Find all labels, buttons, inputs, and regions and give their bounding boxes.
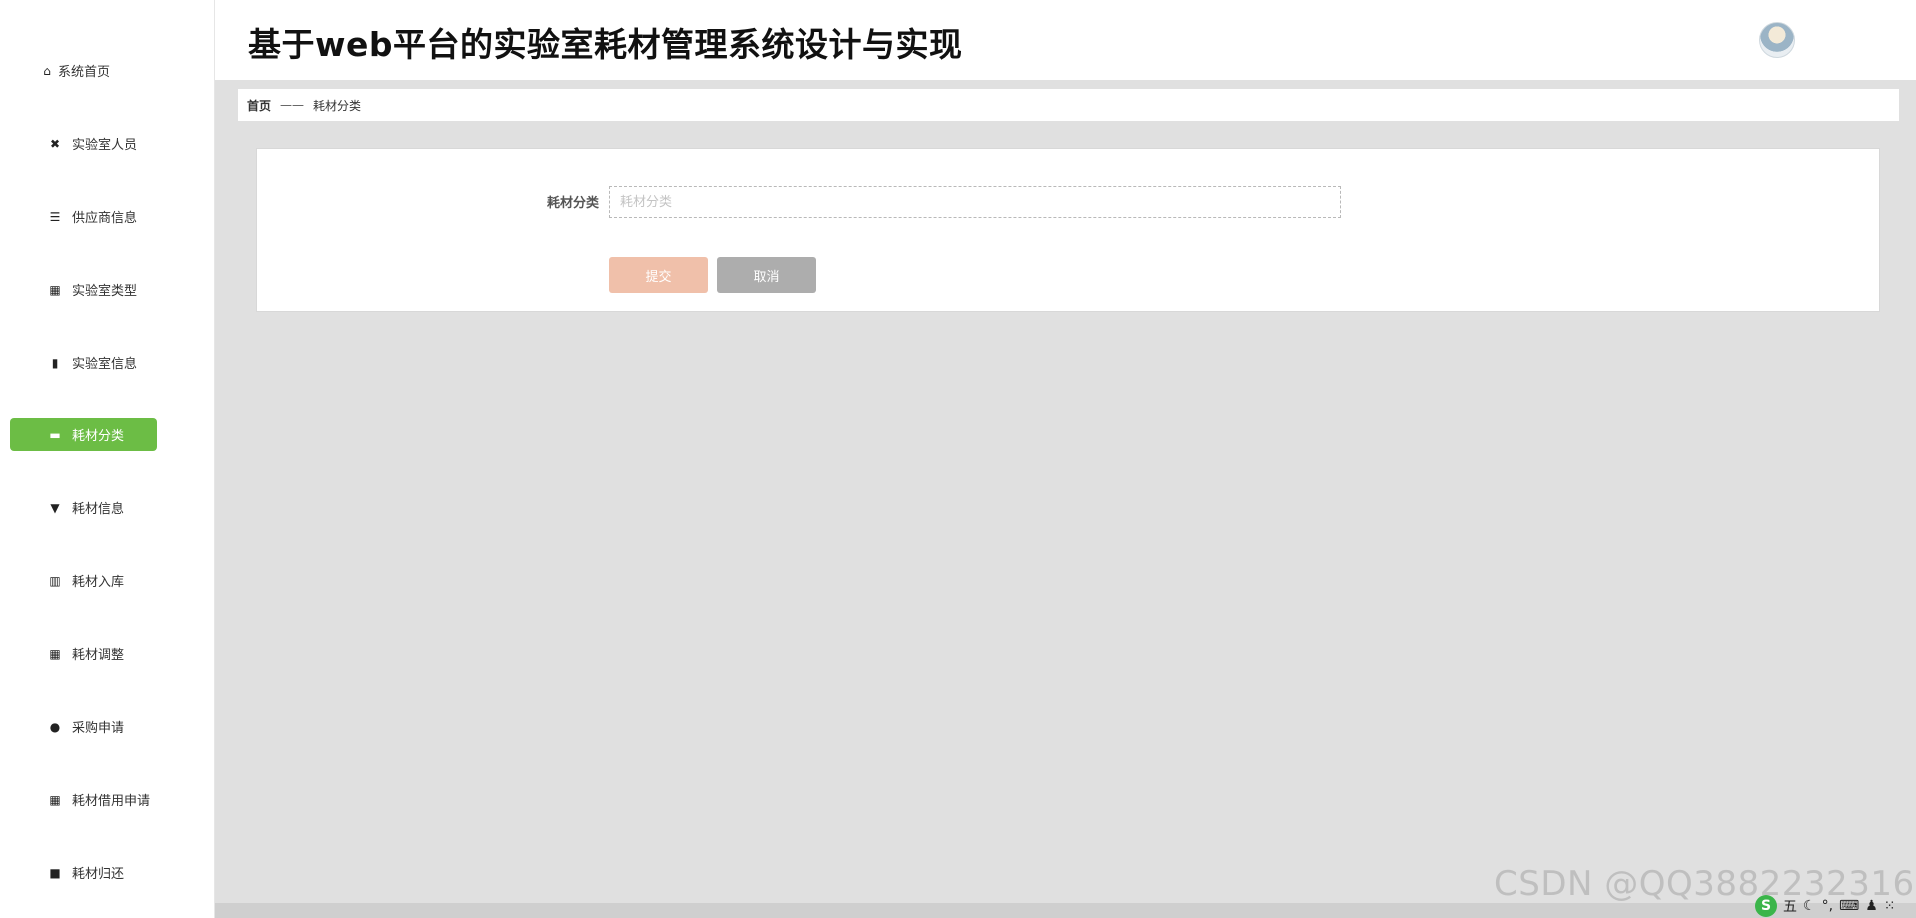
sidebar-item-lab-staff[interactable]: ✖ 实验室人员 — [10, 127, 157, 160]
punctuation-icon[interactable]: °, — [1822, 898, 1833, 914]
grid-icon: ▦ — [49, 646, 61, 661]
monitor-icon: ▬ — [49, 427, 61, 442]
top-header: 基于web平台的实验室耗材管理系统设计与实现 — [215, 0, 1916, 80]
sidebar-item-label: 系统首页 — [58, 65, 111, 80]
breadcrumb-home[interactable]: 首页 — [247, 97, 271, 114]
sidebar-item-label: 采购申请 — [72, 721, 125, 736]
paint-roller-icon: ▼ — [50, 500, 60, 515]
sidebar-item-consumable-adjust[interactable]: ▦ 耗材调整 — [10, 637, 157, 670]
sidebar-item-consumable-category[interactable]: ▬ 耗材分类 — [10, 418, 157, 451]
sidebar-item-home[interactable]: ⌂ 系统首页 — [10, 54, 157, 87]
sidebar-item-consumable-return[interactable]: ■ 耗材归还 — [10, 856, 157, 889]
sidebar-item-lab-info[interactable]: ▮ 实验室信息 — [10, 346, 157, 379]
sidebar-item-label: 耗材入库 — [72, 575, 125, 590]
users-icon: ✖ — [49, 136, 61, 151]
sidebar-item-consumable-stock-in[interactable]: ▥ 耗材入库 — [10, 564, 157, 597]
person-icon[interactable]: ♟ — [1865, 898, 1878, 914]
moon-icon[interactable]: ☾ — [1803, 898, 1816, 914]
grid-icon: ▦ — [49, 282, 61, 297]
sidebar-item-borrow-request[interactable]: ▦ 耗材借用申请 — [10, 783, 157, 816]
sliders-icon: ☰ — [49, 209, 61, 224]
field-label-text: 耗材分类 — [546, 196, 599, 211]
breadcrumb: 首页 —— 耗材分类 — [238, 89, 1899, 121]
home-icon: ⌂ — [43, 63, 51, 78]
sidebar-item-label: 实验室人员 — [72, 138, 138, 153]
apps-icon[interactable]: ⁙ — [1884, 898, 1896, 914]
sidebar-item-label: 耗材借用申请 — [72, 794, 151, 809]
field-label: 耗材分类 — [257, 192, 599, 211]
keyboard-icon[interactable]: ⌨ — [1839, 898, 1859, 914]
sidebar-item-lab-types[interactable]: ▦ 实验室类型 — [10, 273, 157, 306]
sidebar-item-label: 耗材分类 — [72, 429, 125, 444]
cancel-button[interactable]: 取消 — [717, 257, 816, 293]
consumable-category-input[interactable] — [609, 186, 1341, 218]
submit-button[interactable]: 提交 — [609, 257, 708, 293]
sidebar-item-label: 实验室类型 — [72, 284, 138, 299]
system-tray: S 五 ☾ °, ⌨ ♟ ⁙ — [1755, 894, 1916, 918]
sidebar-item-label: 耗材信息 — [72, 502, 125, 517]
sidebar-item-label: 实验室信息 — [72, 357, 138, 372]
sidebar-item-label: 供应商信息 — [72, 211, 138, 226]
bar-chart-icon: ▮ — [51, 355, 59, 370]
breadcrumb-separator: —— — [280, 98, 305, 112]
ime-logo-icon[interactable]: S — [1755, 895, 1777, 917]
horizontal-scrollbar[interactable] — [215, 903, 1916, 918]
sidebar-item-purchase-request[interactable]: ● 采购申请 — [10, 710, 157, 743]
breadcrumb-current: 耗材分类 — [313, 98, 362, 113]
form-panel: 耗材分类 提交 取消 — [256, 148, 1880, 312]
sidebar-item-suppliers[interactable]: ☰ 供应商信息 — [10, 200, 157, 233]
sidebar-item-label: 耗材调整 — [72, 648, 125, 663]
sidebar-item-label: 耗材归还 — [72, 867, 125, 882]
sidebar: ⌂ 系统首页 ✖ 实验室人员 ☰ 供应商信息 ▦ 实验室类型 ▮ 实验室信息 ▬… — [0, 0, 215, 918]
library-icon: ▥ — [49, 573, 61, 588]
avatar[interactable] — [1759, 22, 1795, 58]
page-title: 基于web平台的实验室耗材管理系统设计与实现 — [248, 25, 963, 64]
ime-mode-indicator[interactable]: 五 — [1783, 896, 1797, 916]
sidebar-item-consumable-info[interactable]: ▼ 耗材信息 — [10, 491, 157, 524]
briefcase-icon: ■ — [49, 865, 61, 880]
user-icon: ● — [49, 719, 61, 734]
grid-icon: ▦ — [49, 792, 61, 807]
